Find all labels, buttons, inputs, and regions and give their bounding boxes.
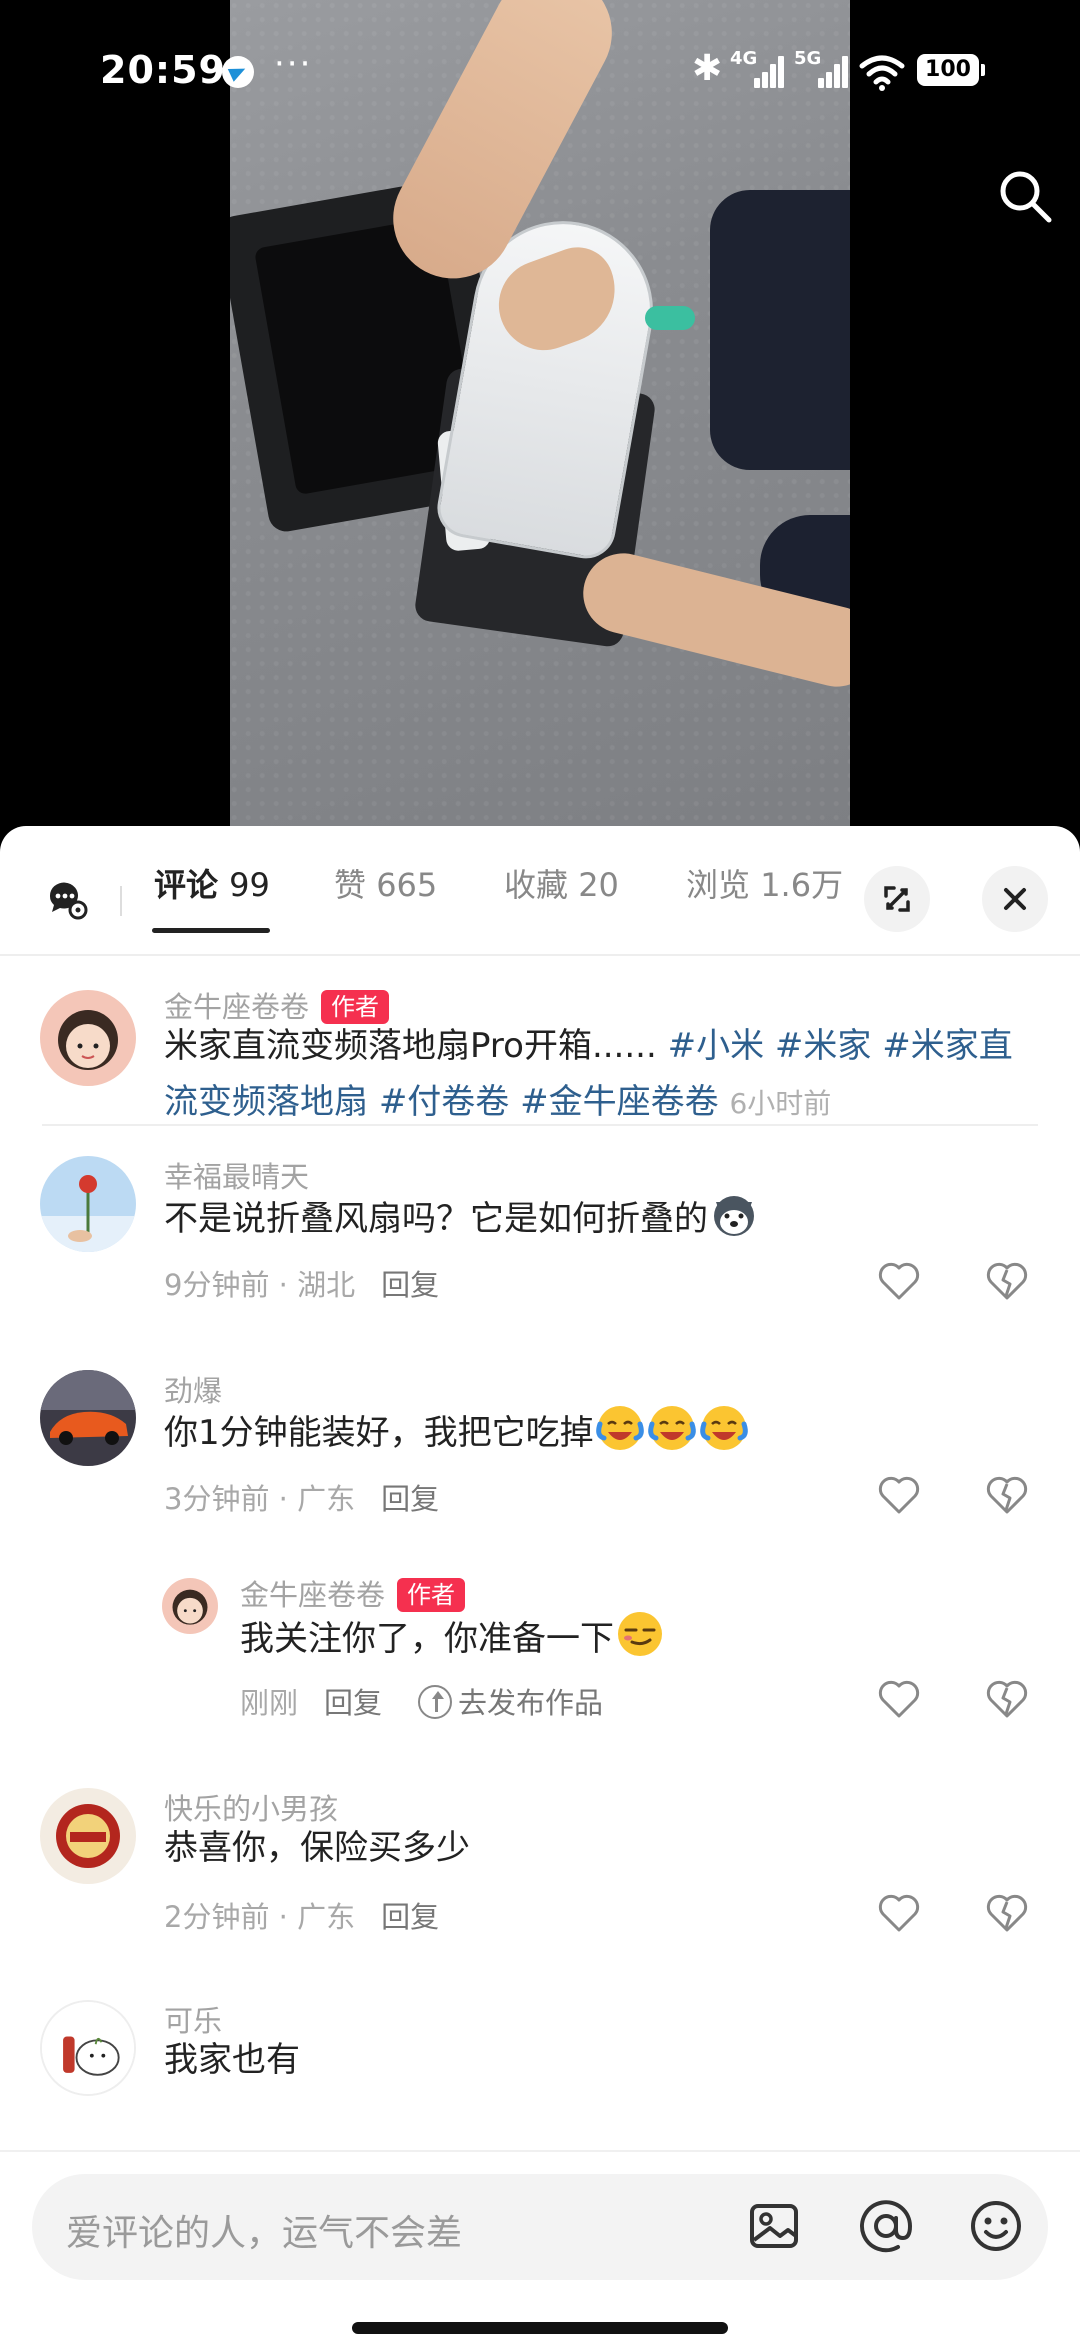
husky-emoji-icon — [714, 1196, 754, 1236]
author-badge: 作者 — [397, 1578, 466, 1612]
car-avatar-icon — [40, 1370, 136, 1466]
girl-avatar-icon — [162, 1578, 218, 1634]
comment-input-placeholder: 爱评论的人，运气不会差 — [66, 2213, 463, 2254]
expand-button[interactable] — [864, 866, 930, 932]
comment-text: 我家也有 — [164, 2040, 300, 2080]
comment-meta: 2分钟前 · 广东 回复 — [164, 1900, 440, 1934]
reply-button[interactable]: 回复 — [381, 1482, 439, 1516]
reply-text: 我关注你了，你准备一下 — [240, 1608, 1000, 1667]
reply-button[interactable]: 回复 — [324, 1686, 382, 1720]
comment-location: 湖北 — [297, 1268, 356, 1302]
comment-meta: 9分钟前 · 湖北 回复 — [164, 1268, 440, 1302]
comment-text: 不是说折叠风扇吗？它是如何折叠的 — [164, 1188, 1004, 1247]
reply-button[interactable]: 回复 — [381, 1900, 439, 1934]
heart-icon[interactable] — [876, 1890, 922, 1936]
hashtag-link[interactable]: #付卷卷 — [379, 1082, 510, 1122]
tab-active-underline — [152, 928, 270, 933]
avatar[interactable] — [40, 2000, 136, 2096]
tab-likes[interactable]: 赞 665 — [334, 860, 437, 940]
flower-avatar-icon — [40, 1156, 136, 1252]
comment-input-bar: 爱评论的人，运气不会差 — [0, 2150, 1080, 2347]
hashtag-link[interactable]: #小米 — [668, 1026, 765, 1066]
post-caption-text: 米家直流变频落地扇Pro开箱...... #小米 #米家 #米家直流变频落地扇 … — [164, 1026, 1013, 1122]
comment-time: 3分钟前 — [164, 1482, 270, 1516]
battery-indicator: 100 — [917, 54, 985, 86]
avatar[interactable] — [40, 1370, 136, 1466]
heart-icon[interactable] — [876, 1472, 922, 1518]
bluetooth-icon: ✱ — [692, 48, 723, 89]
reply-author-name[interactable]: 金牛座卷卷 — [240, 1578, 385, 1612]
heart-icon[interactable] — [876, 1676, 922, 1722]
comment-text: 你1分钟能装好，我把它吃掉 — [164, 1402, 1004, 1461]
comment-location: 广东 — [297, 1900, 356, 1934]
chat-settings-icon[interactable] — [44, 876, 88, 920]
broken-heart-icon[interactable] — [984, 1472, 1030, 1518]
avatar[interactable] — [40, 1788, 136, 1884]
avatar[interactable] — [162, 1578, 218, 1634]
smirk-emoji-icon — [618, 1612, 662, 1656]
home-indicator[interactable] — [352, 2322, 728, 2334]
status-bar: 20:59 ··· ✱ 4G 5G 100 — [0, 0, 1080, 140]
telegram-icon — [222, 56, 254, 88]
crying-laugh-emoji-icon — [647, 1406, 696, 1450]
avatar[interactable] — [40, 1156, 136, 1252]
crying-laugh-emoji-icon — [699, 1406, 748, 1450]
post-time: 6小时前 — [729, 1087, 832, 1120]
comment-meta: 3分钟前 · 广东 回复 — [164, 1482, 440, 1516]
avatar[interactable] — [40, 990, 136, 1086]
expand-icon — [884, 886, 910, 912]
girl-avatar-icon — [40, 990, 136, 1086]
search-icon[interactable] — [995, 166, 1055, 226]
cartoon-avatar-icon — [42, 2002, 134, 2094]
comment-text: 恭喜你，保险买多少 — [164, 1828, 470, 1868]
comment-time: 2分钟前 — [164, 1900, 270, 1934]
close-icon — [1004, 888, 1026, 910]
hashtag-link[interactable]: #金牛座卷卷 — [520, 1082, 719, 1122]
badge-avatar-icon — [40, 1788, 136, 1884]
status-time: 20:59 — [100, 48, 226, 92]
reply-meta: 刚刚 回复 去发布作品 — [240, 1680, 603, 1722]
upload-arrow-icon — [418, 1685, 453, 1719]
more-notifications-icon: ··· — [274, 44, 313, 84]
image-icon[interactable] — [742, 2194, 806, 2258]
close-button[interactable] — [982, 866, 1048, 932]
person-legs — [710, 190, 850, 470]
signal-5g-icon: 5G — [794, 48, 852, 88]
comment-location: 广东 — [297, 1482, 356, 1516]
comment-time: 9分钟前 — [164, 1268, 270, 1302]
heart-icon[interactable] — [876, 1258, 922, 1304]
tabs-divider — [120, 886, 122, 916]
comment-sheet: 评论 99 赞 665 收藏 20 浏览 1.6万 金牛座卷卷 作者 米家直流变… — [0, 826, 1080, 2347]
tab-views[interactable]: 浏览 1.6万 — [686, 860, 843, 940]
wifi-icon — [859, 55, 905, 91]
broken-heart-icon[interactable] — [984, 1258, 1030, 1304]
at-icon[interactable] — [854, 2194, 918, 2258]
signal-4g-icon: 4G — [730, 48, 788, 88]
comment-tabs-bar: 评论 99 赞 665 收藏 20 浏览 1.6万 — [0, 826, 1080, 956]
slipper — [645, 306, 695, 330]
emoji-icon[interactable] — [964, 2194, 1028, 2258]
broken-heart-icon[interactable] — [984, 1676, 1030, 1722]
comment-input[interactable]: 爱评论的人，运气不会差 — [32, 2174, 1048, 2280]
broken-heart-icon[interactable] — [984, 1890, 1030, 1936]
divider — [42, 1124, 1038, 1126]
crying-laugh-emoji-icon — [595, 1406, 644, 1450]
reply-button[interactable]: 回复 — [381, 1268, 439, 1302]
tab-favorites[interactable]: 收藏 20 — [504, 860, 619, 940]
reply-time: 刚刚 — [240, 1686, 299, 1720]
publish-work-button[interactable]: 去发布作品 — [418, 1685, 603, 1720]
hashtag-link[interactable]: #米家 — [775, 1026, 872, 1066]
